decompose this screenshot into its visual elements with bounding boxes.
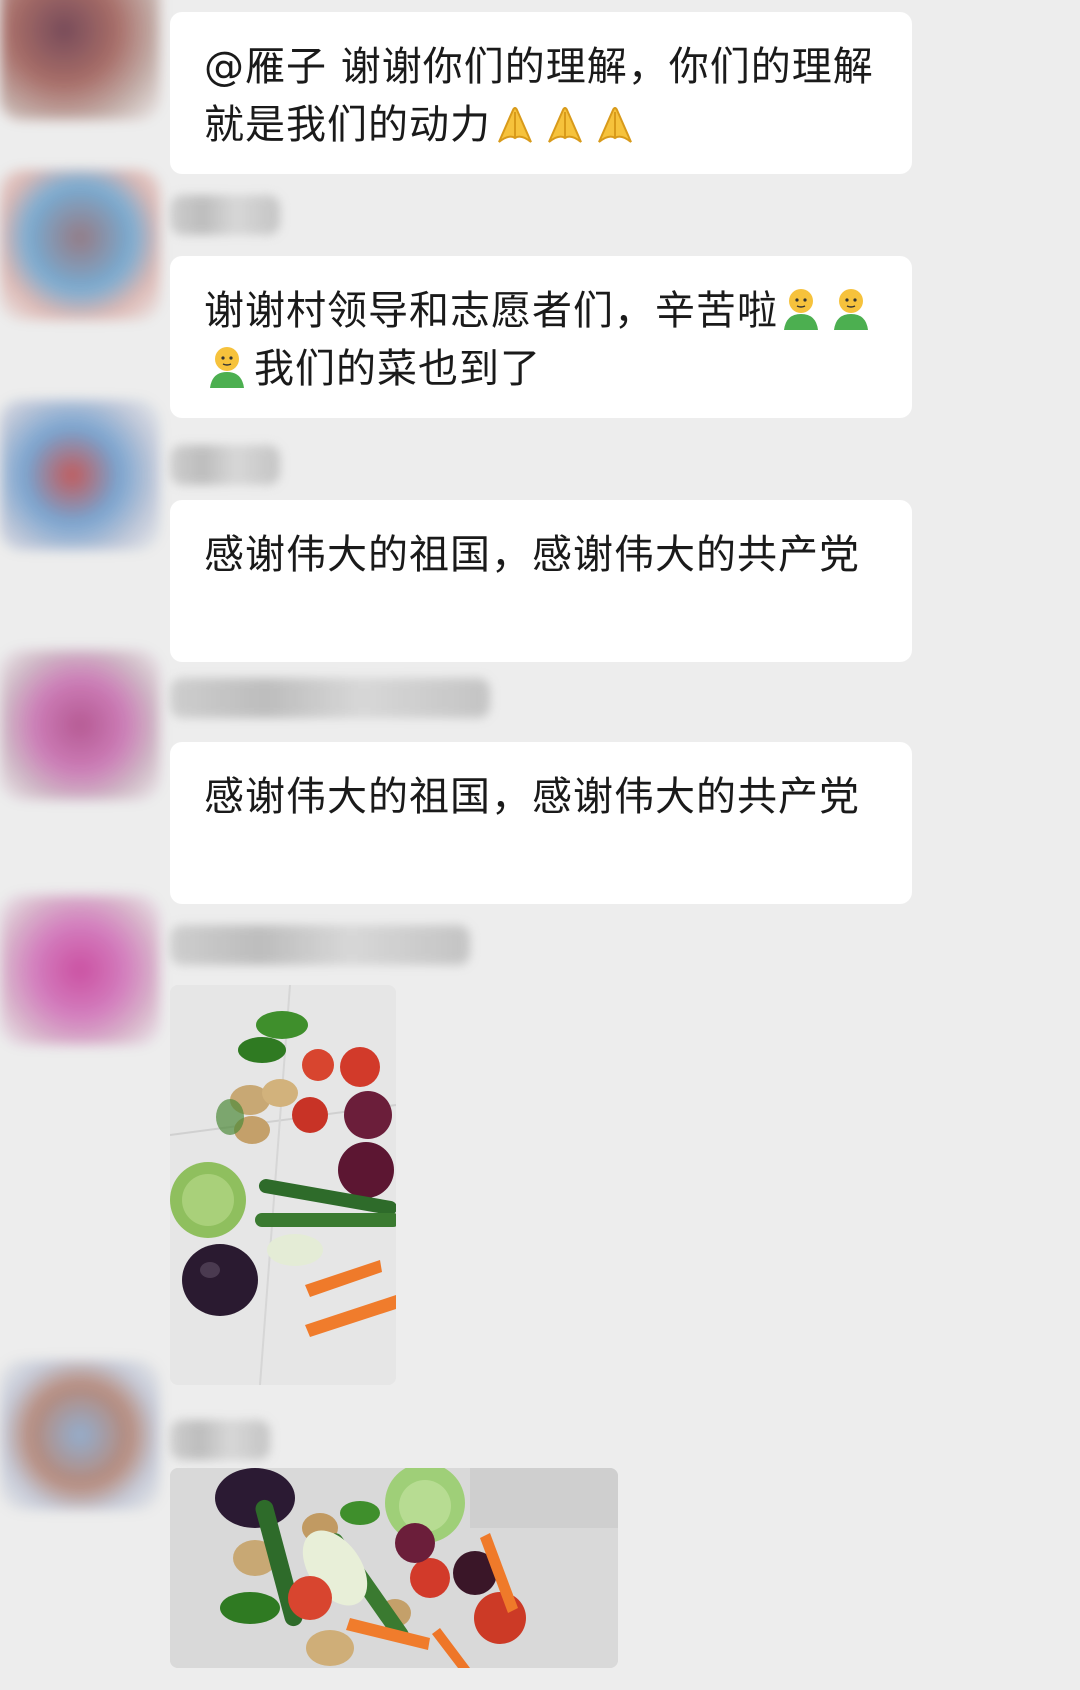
message-text-continued: 我们的菜也到了 [254, 346, 541, 392]
image-message[interactable] [170, 985, 396, 1385]
person-icon [834, 289, 868, 330]
avatar[interactable] [0, 170, 160, 320]
sender-name-redacted [170, 445, 280, 485]
sender-name-redacted [170, 195, 280, 235]
message-text: 谢谢村领导和志愿者们，辛苦啦 [204, 288, 778, 334]
message-bubble[interactable]: 感谢伟大的祖国，感谢伟大的共产党 [170, 742, 912, 904]
message-bubble[interactable]: 感谢伟大的祖国，感谢伟大的共产党 [170, 500, 912, 662]
folded-hands-icon [598, 107, 632, 143]
avatar[interactable] [0, 895, 160, 1045]
avatar[interactable] [0, 0, 160, 120]
vegetables-photo [170, 1468, 618, 1668]
image-message[interactable] [170, 1468, 618, 1668]
folded-hands-icon [548, 107, 582, 143]
message-text: 感谢伟大的祖国，感谢伟大的共产党 [204, 774, 860, 820]
sender-name-redacted [170, 925, 470, 965]
folded-hands-icon [498, 107, 532, 143]
message-text: 感谢伟大的祖国，感谢伟大的共产党 [204, 532, 860, 578]
chat-area: @雁子 谢谢你们的理解，你们的理解就是我们的动力 谢谢村领导和志愿者们，辛苦啦我… [0, 0, 1080, 1690]
message-bubble[interactable]: 谢谢村领导和志愿者们，辛苦啦我们的菜也到了 [170, 256, 912, 418]
sender-name-redacted [170, 1420, 270, 1460]
avatar[interactable] [0, 1360, 160, 1510]
vegetables-photo [170, 985, 396, 1385]
person-icon [784, 289, 818, 330]
avatar[interactable] [0, 400, 160, 550]
avatar[interactable] [0, 650, 160, 800]
message-bubble[interactable]: @雁子 谢谢你们的理解，你们的理解就是我们的动力 [170, 12, 912, 174]
emoji-group [491, 102, 641, 148]
person-icon [210, 347, 244, 388]
sender-name-redacted [170, 678, 490, 718]
